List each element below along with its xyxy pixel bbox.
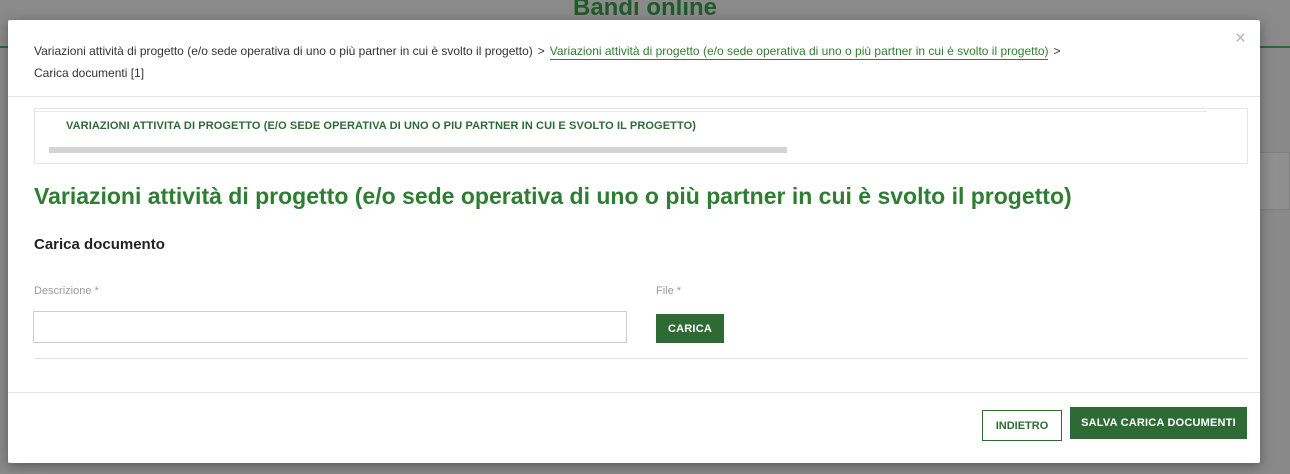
- breadcrumb: Variazioni attività di progetto (e/o sed…: [34, 40, 1214, 84]
- breadcrumb-current: Carica documenti [1]: [34, 66, 145, 80]
- back-button[interactable]: INDIETRO: [982, 410, 1062, 441]
- breadcrumb-separator: >: [1053, 44, 1061, 58]
- page-title: Variazioni attività di progetto (e/o sed…: [34, 183, 1072, 209]
- background-page-title: Bandi online: [573, 0, 717, 21]
- section-title: Carica documento: [34, 236, 165, 253]
- file-label: File *: [656, 285, 682, 297]
- step-scrollbar[interactable]: [49, 147, 787, 153]
- step-scrollbar-thumb[interactable]: [49, 147, 787, 153]
- step-label[interactable]: VARIAZIONI ATTIVITA DI PROGETTO (E/O SED…: [66, 120, 696, 132]
- upload-document-modal: × Variazioni attività di progetto (e/o s…: [8, 20, 1260, 463]
- save-upload-documents-button[interactable]: SALVA CARICA DOCUMENTI: [1070, 407, 1247, 439]
- close-icon[interactable]: ×: [1235, 29, 1246, 48]
- breadcrumb-item-1[interactable]: Variazioni attività di progetto (e/o sed…: [34, 44, 533, 58]
- form-divider: [34, 358, 1248, 359]
- upload-file-button[interactable]: CARICA: [656, 314, 724, 343]
- footer-divider: [8, 392, 1260, 393]
- step-top-line: [35, 111, 1207, 112]
- breadcrumb-item-2[interactable]: Variazioni attività di progetto (e/o sed…: [549, 44, 1049, 60]
- breadcrumb-separator: >: [537, 44, 545, 58]
- header-divider: [8, 96, 1260, 97]
- description-input[interactable]: [33, 311, 627, 343]
- description-label: Descrizione *: [34, 285, 99, 297]
- step-indicator: VARIAZIONI ATTIVITA DI PROGETTO (E/O SED…: [34, 108, 1248, 164]
